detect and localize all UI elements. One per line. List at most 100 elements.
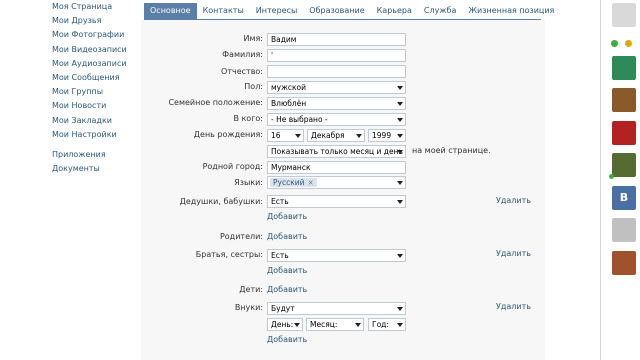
dropdown-arrow-icon	[355, 323, 361, 327]
partner-label: В кого:	[233, 114, 263, 123]
dropdown-arrow-icon	[397, 86, 403, 90]
left-navigation: Моя Страница Мои Друзья Мои Фотографии М…	[52, 0, 142, 176]
nav-my-photos[interactable]: Мои Фотографии	[52, 28, 142, 42]
languages-label: Языки:	[234, 178, 263, 187]
online-status-icon	[611, 40, 618, 47]
partner-select[interactable]: - Не выбрано -	[267, 113, 406, 126]
children-label: Дети:	[239, 285, 263, 294]
marital-value: Влюблён	[271, 99, 307, 108]
grandparents-select[interactable]: Есть	[267, 195, 406, 208]
dropdown-arrow-icon	[295, 134, 301, 138]
profile-edit-panel: Основное Контакты Интересы Образование К…	[141, 0, 554, 360]
grandchildren-value: Будут	[271, 304, 295, 313]
nav-my-messages[interactable]: Мои Сообщения	[52, 71, 142, 85]
friend-avatar[interactable]	[612, 121, 636, 145]
nav-my-news[interactable]: Мои Новости	[52, 99, 142, 113]
tab-basic[interactable]: Основное	[144, 3, 197, 19]
birthday-visibility-select[interactable]: Показывать только месяц и день	[267, 145, 406, 158]
friend-avatar[interactable]	[612, 56, 636, 80]
nav-my-settings[interactable]: Мои Настройки	[52, 128, 142, 142]
tab-service[interactable]: Служба	[418, 3, 462, 19]
birthday-year-select[interactable]: 1999	[368, 129, 406, 142]
dropdown-arrow-icon	[356, 134, 362, 138]
tab-career[interactable]: Карьера	[371, 3, 418, 19]
nav-my-videos[interactable]: Мои Видеозаписи	[52, 43, 142, 57]
dropdown-arrow-icon	[397, 323, 403, 327]
grandchildren-add-link[interactable]: Добавить	[267, 335, 307, 344]
grandchildren-year-select[interactable]: Год:	[368, 318, 406, 331]
friend-avatar[interactable]	[612, 88, 636, 112]
name-label: Имя:	[243, 34, 263, 43]
birthday-visibility-suffix: на моей странице.	[412, 146, 491, 155]
grandparents-value: Есть	[271, 197, 289, 206]
grandchildren-year-placeholder: Год:	[372, 320, 389, 329]
tab-interests[interactable]: Интересы	[250, 3, 304, 19]
grandchildren-day-select[interactable]: День:	[267, 318, 303, 331]
children-add-link[interactable]: Добавить	[267, 285, 307, 294]
tab-life-position[interactable]: Жизненная позиция	[462, 3, 560, 19]
dropdown-arrow-icon	[294, 323, 300, 327]
nav-applications[interactable]: Приложения	[52, 148, 142, 162]
dropdown-arrow-icon	[397, 118, 403, 122]
sex-select[interactable]: мужской	[267, 81, 406, 94]
grandchildren-month-select[interactable]: Месяц:	[306, 318, 364, 331]
birthday-year-value: 1999	[372, 131, 392, 140]
grandchildren-day-placeholder: День:	[271, 320, 294, 329]
surname-label: Фамилия:	[222, 50, 263, 59]
hometown-input[interactable]: Мурманск	[267, 161, 406, 174]
nav-my-friends[interactable]: Мои Друзья	[52, 14, 142, 28]
birthday-month-select[interactable]: Декабря	[307, 129, 365, 142]
nav-my-audio[interactable]: Мои Аудиозаписи	[52, 57, 142, 71]
dropdown-arrow-icon	[397, 254, 403, 258]
nav-documents[interactable]: Документы	[52, 162, 142, 176]
birthday-day-value: 16	[271, 131, 281, 140]
avatar[interactable]	[612, 3, 636, 27]
siblings-select[interactable]: Есть	[267, 249, 406, 262]
grandchildren-month-placeholder: Месяц:	[310, 320, 338, 329]
friend-avatar[interactable]	[612, 251, 636, 275]
birthday-day-select[interactable]: 16	[267, 129, 304, 142]
grandparents-delete-link[interactable]: Удалить	[496, 196, 531, 205]
dropdown-arrow-icon	[397, 307, 403, 311]
siblings-delete-link[interactable]: Удалить	[496, 249, 531, 258]
online-status-icon	[609, 174, 614, 179]
tab-education[interactable]: Образование	[303, 3, 370, 19]
star-icon	[625, 40, 632, 47]
dropdown-arrow-icon	[397, 134, 403, 138]
surname-value: '	[271, 51, 274, 60]
marital-select[interactable]: Влюблён	[267, 97, 406, 110]
hometown-value: Мурманск	[271, 163, 311, 172]
grandparents-label: Дедушки, бабушки:	[179, 197, 263, 206]
sex-label: Пол:	[244, 82, 263, 91]
grandchildren-delete-link[interactable]: Удалить	[496, 302, 531, 311]
name-input[interactable]: Вадим	[267, 33, 406, 46]
birthday-visibility-value: Показывать только месяц и день	[271, 147, 403, 156]
tab-bar: Основное Контакты Интересы Образование К…	[144, 3, 560, 19]
languages-select[interactable]: Русский ×	[267, 176, 406, 189]
tab-contacts[interactable]: Контакты	[197, 3, 250, 19]
friend-avatar[interactable]	[612, 218, 636, 242]
vk-app-icon[interactable]: В	[612, 186, 636, 210]
parents-add-link[interactable]: Добавить	[267, 232, 307, 241]
language-tag-label: Русский	[273, 178, 305, 187]
remove-tag-icon[interactable]: ×	[308, 178, 314, 187]
dropdown-arrow-icon	[397, 181, 403, 185]
siblings-value: Есть	[271, 251, 289, 260]
nav-my-bookmarks[interactable]: Мои Закладки	[52, 114, 142, 128]
sex-value: мужской	[271, 83, 306, 92]
patronymic-input[interactable]	[267, 65, 406, 78]
marital-label: Семейное положение:	[168, 98, 263, 107]
nav-my-page[interactable]: Моя Страница	[52, 0, 142, 14]
grandchildren-select[interactable]: Будут	[267, 302, 406, 315]
nav-my-groups[interactable]: Мои Группы	[52, 85, 142, 99]
birthday-month-value: Декабря	[311, 131, 345, 140]
grandparents-add-link[interactable]: Добавить	[267, 212, 307, 221]
friend-avatar[interactable]	[612, 153, 636, 177]
surname-input[interactable]: '	[267, 49, 406, 62]
siblings-add-link[interactable]: Добавить	[267, 266, 307, 275]
basic-info-form: Имя: Вадим Фамилия: ' Отчество: Пол: муж…	[141, 20, 545, 360]
partner-value: - Не выбрано -	[271, 115, 328, 124]
right-side-panel: В	[600, 0, 640, 360]
name-value: Вадим	[271, 35, 297, 44]
hometown-label: Родной город:	[202, 162, 263, 171]
